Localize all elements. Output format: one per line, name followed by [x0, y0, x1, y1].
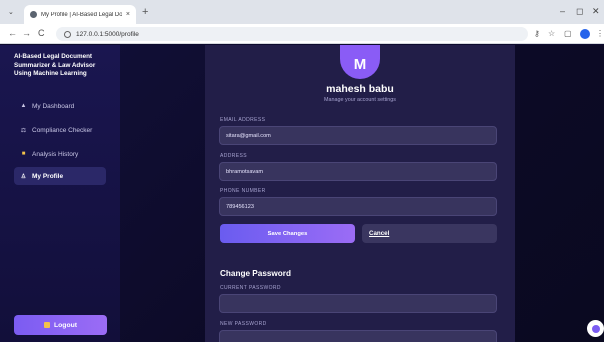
sidebar: AI-Based Legal Document Summarizer & Law…: [0, 45, 120, 342]
logout-button[interactable]: Logout: [14, 315, 107, 335]
forward-icon[interactable]: →: [22, 28, 31, 38]
site-info-icon[interactable]: [64, 30, 71, 38]
sidebar-item-label: Analysis History: [32, 150, 79, 158]
extensions-icon[interactable]: ▢: [564, 29, 572, 38]
sidebar-item-dashboard[interactable]: ▲ My Dashboard: [14, 97, 106, 115]
save-changes-button[interactable]: Save Changes: [220, 224, 355, 243]
chat-icon: [591, 324, 600, 333]
browser-tab-bar: ⌄ My Profile | AI-Based Legal Docum × + …: [0, 0, 604, 24]
new-password-input[interactable]: [219, 330, 497, 342]
sidebar-item-profile[interactable]: ♙ My Profile: [14, 167, 106, 185]
phone-field[interactable]: 789456123: [219, 197, 497, 216]
minimize-icon[interactable]: –: [560, 6, 565, 16]
sidebar-item-compliance[interactable]: ⚖ Compliance Checker: [14, 121, 106, 139]
logout-icon: [43, 322, 50, 328]
browser-tab[interactable]: My Profile | AI-Based Legal Docum ×: [24, 5, 136, 24]
sidebar-item-label: Compliance Checker: [32, 126, 93, 134]
home-icon: ▲: [20, 103, 27, 109]
address-bar[interactable]: 127.0.0.1:5000/profile: [56, 27, 528, 41]
address-url: 127.0.0.1:5000/profile: [76, 30, 139, 38]
page-viewport: AI-Based Legal Document Summarizer & Law…: [0, 45, 604, 342]
bookmark-star-icon[interactable]: ☆: [548, 29, 555, 38]
profile-name: mahesh babu: [326, 83, 394, 95]
brand-title: AI-Based Legal Document Summarizer & Law…: [14, 53, 96, 77]
reload-icon[interactable]: C: [38, 28, 45, 38]
new-password-label: NEW PASSWORD: [220, 321, 267, 327]
current-password-label: CURRENT PASSWORD: [220, 285, 281, 291]
folder-icon: ■: [21, 151, 26, 157]
phone-label: PHONE NUMBER: [220, 188, 266, 194]
cancel-button[interactable]: Cancel: [362, 224, 497, 243]
address-label: ADDRESS: [220, 153, 247, 159]
sidebar-item-history[interactable]: ■ Analysis History: [14, 145, 106, 163]
address-field[interactable]: bhramotsavam: [219, 162, 497, 181]
tab-search-icon[interactable]: ⌄: [8, 8, 14, 16]
maximize-icon[interactable]: ◻: [576, 6, 583, 17]
new-tab-icon[interactable]: +: [142, 6, 148, 18]
email-field[interactable]: sitara@gmail.com: [219, 126, 497, 145]
logout-label: Logout: [53, 321, 78, 329]
tab-close-icon[interactable]: ×: [126, 11, 130, 18]
browser-menu-icon[interactable]: ⋮: [596, 29, 604, 38]
profile-subtitle: Manage your account settings: [324, 97, 396, 103]
favicon-icon: [30, 11, 37, 18]
email-label: EMAIL ADDRESS: [220, 117, 266, 123]
tab-title: My Profile | AI-Based Legal Docum: [41, 11, 122, 18]
user-icon: ♙: [20, 173, 27, 180]
password-key-icon[interactable]: ⚷: [534, 29, 540, 38]
browser-profile-avatar[interactable]: [580, 29, 590, 39]
back-icon[interactable]: ←: [8, 28, 17, 38]
window-close-icon[interactable]: ✕: [592, 6, 600, 17]
change-password-title: Change Password: [220, 269, 291, 278]
scales-icon: ⚖: [20, 127, 27, 134]
current-password-input[interactable]: [219, 294, 497, 313]
chat-assistant-button[interactable]: [587, 320, 604, 337]
sidebar-item-label: My Dashboard: [32, 102, 75, 110]
browser-toolbar: ← → C 127.0.0.1:5000/profile ⚷ ☆ ▢ ⋮: [0, 24, 604, 44]
sidebar-item-label: My Profile: [32, 172, 64, 180]
